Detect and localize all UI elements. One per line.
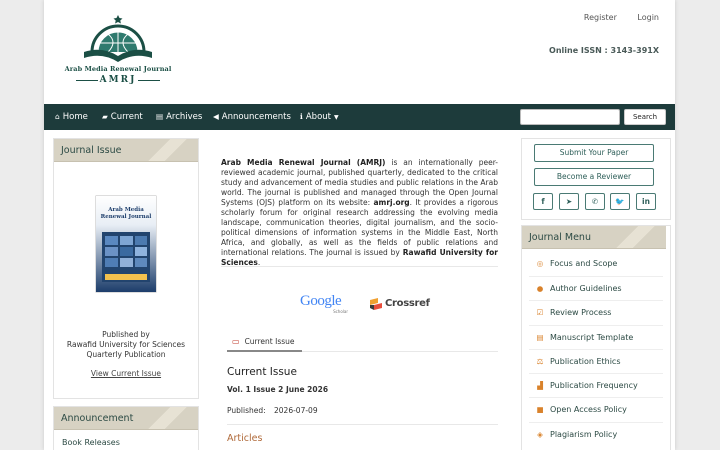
menu-publication-ethics-label: Publication Ethics [550,357,621,366]
google-wordmark: Google [300,293,342,309]
menu-author-guidelines[interactable]: ● Author Guidelines [529,276,663,300]
articles-heading: Articles [227,433,263,444]
crossref-icon [370,298,382,310]
menu-plagiarism-policy-label: Plagiarism Policy [550,430,618,439]
nav-archives-label: Archives [166,112,203,122]
issue-title-link[interactable]: Vol. 1 Issue 2 June 2026 [227,385,328,394]
linkedin-icon[interactable]: in [636,193,656,210]
announcement-heading: Announcement [54,407,198,430]
menu-review-process[interactable]: ☑ Review Process [529,300,663,324]
cover-title: Arab Media Renewal Journal [100,207,152,220]
menu-focus-scope-label: Focus and Scope [550,259,618,268]
about-divider [221,266,498,267]
google-logo-text: Google [300,293,352,309]
google-scholar-logo[interactable]: Google Scholar [300,293,352,317]
tab-current-issue[interactable]: ▭ Current Issue [227,334,302,352]
logo-title: Arab Media Renewal Journal [64,65,172,73]
book-releases-link[interactable]: Book Releases [62,438,120,447]
bullhorn-icon: ◀ [213,112,219,121]
home-icon: ⌂ [55,112,60,121]
menu-review-process-label: Review Process [550,308,612,317]
main-navbar: ⌂ Home ▰ Current ▤ Archives ◀ Announcements … [44,104,675,130]
nav-about[interactable]: ℹ About ▼ [300,104,339,130]
crossref-wordmark: Crossref [385,298,430,309]
nav-home-label: Home [62,112,88,122]
publisher-name: Rawafid University for Sciences [66,340,186,349]
document-icon: ▤ [536,333,544,342]
journal-about-text: Arab Media Renewal Journal (AMRJ) is an … [221,158,498,268]
check-icon: ☑ [536,308,544,317]
menu-publication-frequency-label: Publication Frequency [550,381,638,390]
telegram-icon[interactable]: ➤ [559,193,579,210]
shield-icon: ◈ [537,430,543,439]
become-reviewer-button[interactable]: Become a Reviewer [534,168,654,186]
menu-manuscript-template-label: Manuscript Template [550,333,634,342]
target-icon: ◎ [536,259,544,268]
menu-plagiarism-policy[interactable]: ◈ Plagiarism Policy [529,422,663,446]
view-current-issue-link[interactable]: View Current Issue [54,369,198,378]
journal-menu-heading: Journal Menu [522,226,666,249]
register-link[interactable]: Register [584,13,617,22]
lock-icon: ■ [536,405,544,414]
publication-frequency: Quarterly Publication [86,350,166,359]
nav-announcements-label: Announcements [221,112,291,122]
about-journal-name: Arab Media Renewal Journal (AMRJ) [221,158,386,167]
announcement-panel: Announcement Book Releases [53,406,199,450]
published-date: 2026-07-09 [274,406,318,415]
info-icon: ℹ [300,112,303,121]
menu-publication-frequency[interactable]: ▟ Publication Frequency [529,373,663,397]
journal-logo[interactable]: Arab Media Renewal Journal AMRJ [62,12,174,90]
nav-archives[interactable]: ▤ Archives [156,104,202,130]
nav-current[interactable]: ▰ Current [102,104,143,130]
current-issue-heading: Current Issue [227,366,297,378]
twitter-icon[interactable]: 🐦 [610,193,630,210]
publisher-info: Published by Rawafid University for Scie… [54,330,198,360]
online-issn: Online ISSN : 3143-391X [549,46,659,55]
site-header: Arab Media Renewal Journal AMRJ Register… [44,0,675,104]
menu-publication-ethics[interactable]: ⚖ Publication Ethics [529,349,663,373]
about-website-link[interactable]: amrj.org [373,198,409,207]
page-container: Arab Media Renewal Journal AMRJ Register… [44,0,675,450]
scale-icon: ⚖ [536,357,544,366]
menu-focus-scope[interactable]: ◎ Focus and Scope [529,252,663,276]
logo-rule-right [138,80,160,81]
issue-divider [227,424,498,425]
auth-links: Register Login [566,13,659,22]
whatsapp-icon[interactable]: ✆ [585,193,605,210]
facebook-icon[interactable]: f [533,193,553,210]
globe-book-logo-icon [84,15,152,62]
nav-about-label: About [305,112,331,122]
menu-author-guidelines-label: Author Guidelines [550,284,622,293]
search-input[interactable] [520,109,620,125]
nav-home[interactable]: ⌂ Home [55,104,88,130]
search-button[interactable]: Search [624,109,666,125]
published-label: Published: [227,406,266,415]
submit-paper-button[interactable]: Submit Your Paper [534,144,654,162]
bar-chart-icon: ▟ [537,381,543,390]
calendar-icon: ▭ [232,337,240,346]
caret-down-icon: ▼ [334,114,339,121]
scholar-subtext: Scholar [333,309,348,314]
nav-announcements[interactable]: ◀ Announcements [213,104,291,130]
journal-issue-panel: Journal Issue Arab Media Renewal Journal… [53,138,199,399]
menu-open-access-policy[interactable]: ■ Open Access Policy [529,397,663,421]
published-by-label: Published by [102,330,150,339]
login-link[interactable]: Login [637,13,659,22]
archive-icon: ▤ [156,112,164,121]
crossref-logo[interactable]: Crossref [369,296,430,314]
tab-current-issue-label: Current Issue [244,337,295,346]
menu-manuscript-template[interactable]: ▤ Manuscript Template [529,325,663,349]
journal-issue-heading: Journal Issue [54,139,198,162]
user-icon: ● [536,284,544,293]
journal-cover-image[interactable]: Arab Media Renewal Journal [94,194,158,294]
tab-underline [302,351,498,352]
menu-open-access-policy-label: Open Access Policy [550,405,627,414]
nav-current-label: Current [110,112,143,122]
book-icon: ▰ [102,112,108,121]
